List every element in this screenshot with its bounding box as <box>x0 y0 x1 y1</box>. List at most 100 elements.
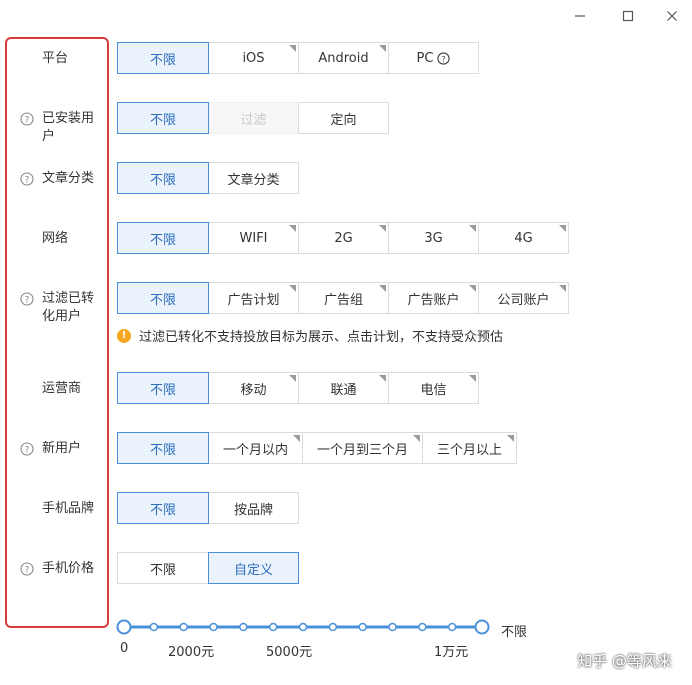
price-slider-track[interactable] <box>0 615 692 645</box>
price-label: ? 手机价格 <box>20 560 108 578</box>
svg-text:?: ? <box>25 176 30 186</box>
slider-stop[interactable] <box>388 622 397 632</box>
network-option-wifi[interactable]: WIFI <box>208 222 299 254</box>
category-options: 不限 文章分类 <box>117 162 299 194</box>
new-user-option-any[interactable]: 不限 <box>117 432 209 464</box>
brand-label: 手机品牌 <box>20 500 108 518</box>
title-bar <box>0 0 692 32</box>
slider-handle[interactable] <box>116 619 132 635</box>
new-user-option-over-three[interactable]: 三个月以上 <box>422 432 517 464</box>
option-label: 不限 <box>149 442 176 458</box>
option-label: 广告计划 <box>227 292 280 308</box>
slider-stop[interactable] <box>268 622 278 632</box>
option-label: 定向 <box>330 112 357 128</box>
help-icon[interactable]: ? <box>20 292 34 306</box>
svg-text:?: ? <box>25 116 30 126</box>
tick-label-0: 0 <box>120 641 129 656</box>
installed-option-target[interactable]: 定向 <box>298 102 389 134</box>
help-icon[interactable]: ? <box>20 112 34 126</box>
network-option-3g[interactable]: 3G <box>388 222 479 254</box>
corner-marker-icon <box>379 285 386 292</box>
option-label: PC <box>416 50 434 66</box>
option-label: 不限 <box>149 502 176 518</box>
platform-options: 不限 iOS Android PC ? <box>117 42 479 74</box>
slider-stop[interactable] <box>418 622 427 632</box>
carrier-option-any[interactable]: 不限 <box>117 372 209 404</box>
brand-option-by-brand[interactable]: 按品牌 <box>208 492 299 524</box>
option-label: 广告组 <box>323 292 363 308</box>
option-label: 文章分类 <box>227 172 280 188</box>
help-icon[interactable]: ? <box>20 442 34 456</box>
converted-option-any[interactable]: 不限 <box>117 282 209 314</box>
platform-option-pc[interactable]: PC ? <box>388 42 479 74</box>
carrier-options: 不限 移动 联通 电信 <box>117 372 479 404</box>
platform-option-ios[interactable]: iOS <box>208 42 299 74</box>
network-option-4g[interactable]: 4G <box>478 222 569 254</box>
slider-stop[interactable] <box>358 622 367 632</box>
carrier-option-telecom[interactable]: 电信 <box>388 372 479 404</box>
converted-option-campaign[interactable]: 广告计划 <box>208 282 299 314</box>
slider-stop[interactable] <box>298 622 308 632</box>
label-line-2: 户 <box>42 129 56 144</box>
installed-label: ? 已安装用户 <box>20 110 108 146</box>
price-options: 不限 自定义 <box>117 552 299 584</box>
slider-stop[interactable] <box>209 622 218 632</box>
converted-option-adgroup[interactable]: 广告组 <box>298 282 389 314</box>
help-icon[interactable]: ? <box>20 172 34 186</box>
slider-stop[interactable] <box>328 622 338 632</box>
carrier-option-unicom[interactable]: 联通 <box>298 372 389 404</box>
help-icon[interactable]: ? <box>437 51 451 65</box>
close-icon[interactable] <box>658 4 686 28</box>
corner-marker-icon <box>379 45 386 52</box>
network-label: 网络 <box>20 230 108 248</box>
price-option-custom[interactable]: 自定义 <box>208 552 299 584</box>
option-label: 一个月以内 <box>222 442 288 458</box>
option-label: 3G <box>424 230 443 246</box>
platform-option-any[interactable]: 不限 <box>117 42 209 74</box>
network-option-2g[interactable]: 2G <box>298 222 389 254</box>
category-label-text: 文章分类 <box>42 171 95 186</box>
option-label: 不限 <box>149 232 176 248</box>
carrier-label-text: 运营商 <box>42 381 82 396</box>
slider-stop[interactable] <box>179 622 188 632</box>
category-option-category[interactable]: 文章分类 <box>208 162 299 194</box>
category-option-any[interactable]: 不限 <box>117 162 209 194</box>
converted-label-text: 过滤已转 化用户 <box>42 290 94 326</box>
option-label: 一个月到三个月 <box>316 442 408 458</box>
svg-text:?: ? <box>25 296 30 306</box>
help-icon[interactable]: ? <box>20 562 34 576</box>
platform-option-android[interactable]: Android <box>298 42 389 74</box>
slider-handle[interactable] <box>474 619 490 635</box>
slider-stop[interactable] <box>149 622 159 632</box>
minimize-icon[interactable] <box>566 4 594 28</box>
option-label: 电信 <box>420 382 447 398</box>
installed-option-any[interactable]: 不限 <box>117 102 209 134</box>
corner-marker-icon <box>559 225 566 232</box>
slider-stop[interactable] <box>447 622 457 632</box>
corner-marker-icon <box>293 435 300 442</box>
corner-marker-icon <box>289 225 296 232</box>
new-user-option-one-to-three[interactable]: 一个月到三个月 <box>302 432 423 464</box>
maximize-icon[interactable] <box>614 4 642 28</box>
corner-marker-icon <box>289 45 296 52</box>
converted-option-company[interactable]: 公司账户 <box>478 282 569 314</box>
option-label: 不限 <box>149 382 176 398</box>
tick-label-2000: 2000元 <box>168 645 215 660</box>
price-option-any[interactable]: 不限 <box>117 552 209 584</box>
brand-option-any[interactable]: 不限 <box>117 492 209 524</box>
watermark: 知乎 @等风来 <box>577 652 672 670</box>
converted-option-account[interactable]: 广告账户 <box>388 282 479 314</box>
option-label: 自定义 <box>233 562 273 578</box>
option-label: 不限 <box>149 112 176 128</box>
new-user-label-text: 新用户 <box>42 441 82 456</box>
corner-marker-icon <box>413 435 420 442</box>
network-option-any[interactable]: 不限 <box>117 222 209 254</box>
converted-options: 不限 广告计划 广告组 广告账户 公司账户 <box>117 282 569 314</box>
new-user-option-within-month[interactable]: 一个月以内 <box>208 432 303 464</box>
slider-stop[interactable] <box>239 622 248 632</box>
option-label: 不限 <box>149 52 176 68</box>
label-line-1: 过滤已转 <box>42 291 95 306</box>
option-label: 联通 <box>330 382 357 398</box>
carrier-option-mobile[interactable]: 移动 <box>208 372 299 404</box>
option-label: 三个月以上 <box>436 442 502 458</box>
